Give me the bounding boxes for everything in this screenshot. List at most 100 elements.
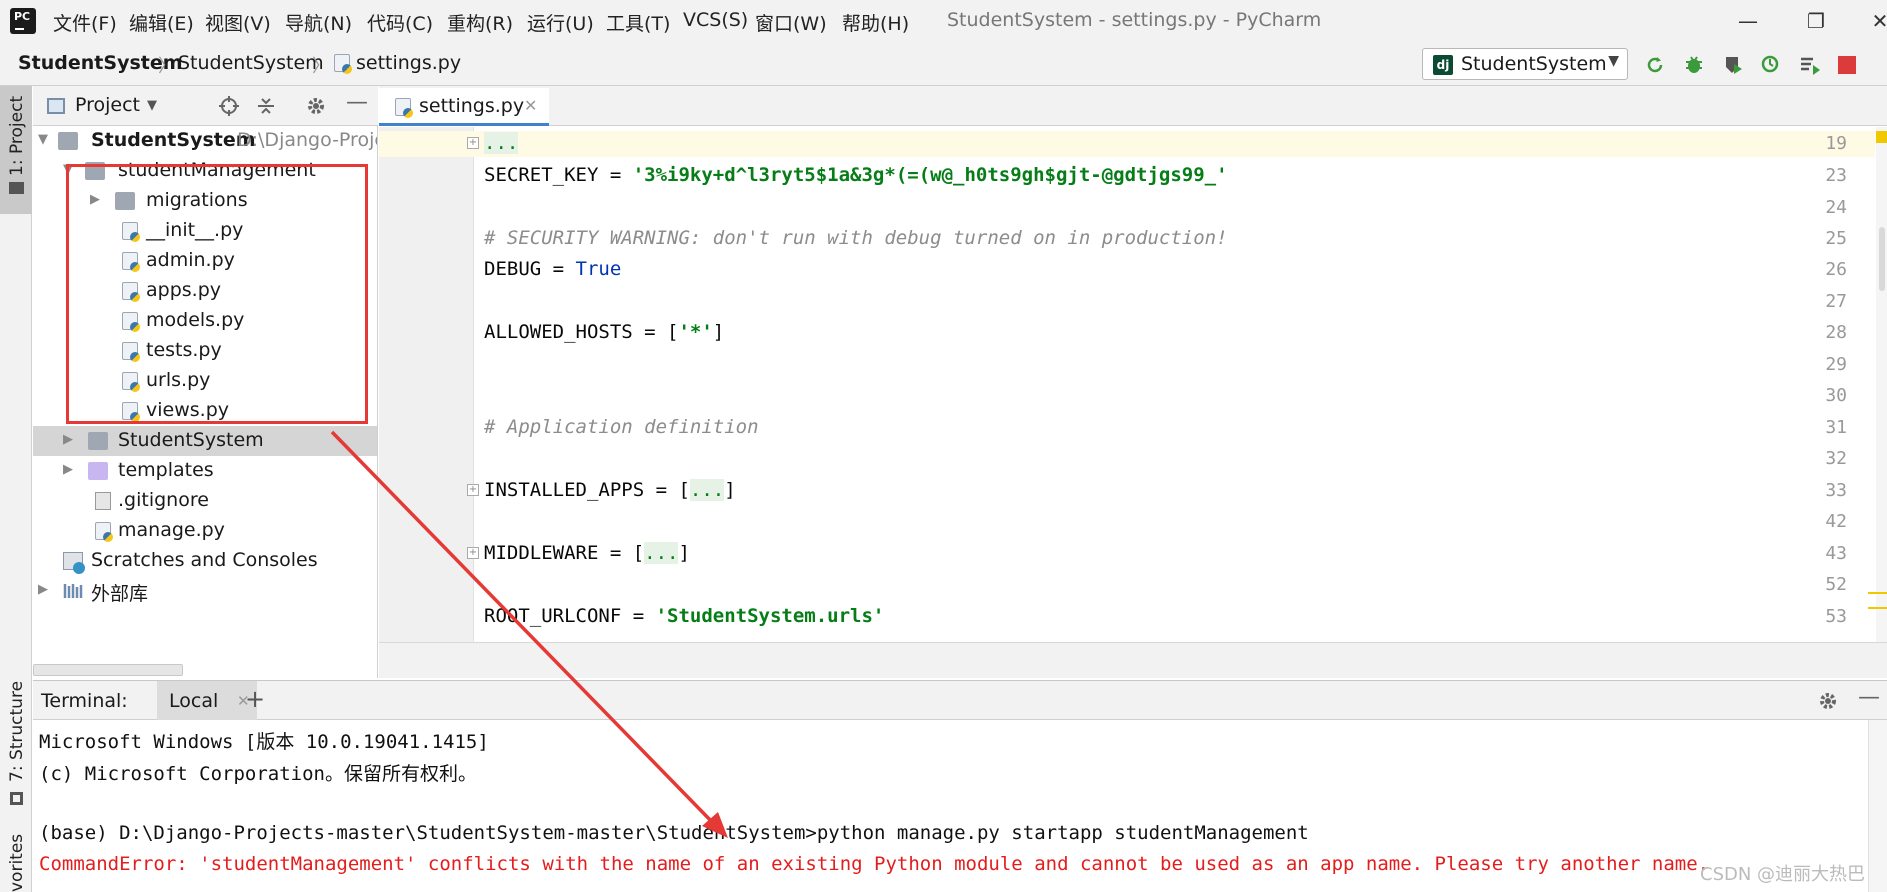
menu-tools[interactable]: 工具(T)	[606, 9, 670, 36]
terminal-header: Terminal: Local ✕ + —	[33, 680, 1887, 720]
terminal-error-line: CommandError: 'studentManagement' confli…	[39, 853, 1710, 875]
tree-item-label: 外部库	[91, 583, 149, 605]
expand-arrow-icon[interactable]: ▶	[38, 582, 48, 597]
code-line-25: # SECURITY WARNING: don't run with debug…	[484, 227, 1228, 249]
run-configuration-label: StudentSystem	[1461, 53, 1607, 75]
collapse-all-icon[interactable]	[255, 95, 277, 117]
tab-settings-py[interactable]: settings.py ✕	[379, 88, 549, 126]
coverage-icon[interactable]	[1722, 54, 1744, 76]
tree-item-scratches[interactable]: Scratches and Consoles	[33, 546, 377, 576]
warning-marker-icon	[1876, 131, 1887, 143]
terminal-command-line: (base) D:\Django-Projects-master\Student…	[39, 822, 1309, 844]
menu-file[interactable]: 文件(F)	[53, 9, 117, 36]
python-file-icon	[395, 98, 413, 118]
scroll-thumb[interactable]	[1879, 227, 1885, 291]
menu-refactor[interactable]: 重构(R)	[447, 9, 513, 36]
add-terminal-icon[interactable]: +	[245, 685, 265, 713]
window-title: StudentSystem - settings.py - PyCharm	[947, 9, 1322, 31]
chevron-down-icon: ▼	[1608, 53, 1619, 69]
gear-icon[interactable]	[305, 95, 327, 117]
horizontal-scrollbar[interactable]	[33, 664, 183, 676]
project-tool-tab[interactable]: 1: Project	[0, 86, 32, 214]
tree-item-templates[interactable]: ▶ templates	[33, 456, 377, 486]
stop-icon[interactable]	[1838, 56, 1856, 74]
menu-edit[interactable]: 编辑(E)	[129, 9, 194, 36]
chevron-down-icon[interactable]: ▼	[147, 98, 157, 113]
minimize-button[interactable]: —	[1728, 6, 1768, 36]
tree-item-external-libraries[interactable]: ▶ 外部库	[33, 576, 377, 606]
menu-run[interactable]: 运行(U)	[527, 9, 594, 36]
terminal-scrollbar[interactable]	[1868, 720, 1887, 892]
run-configuration-dropdown[interactable]: dj StudentSystem ▼	[1422, 48, 1628, 80]
terminal-line: (c) Microsoft Corporation。保留所有权利。	[39, 763, 477, 785]
hide-panel-icon[interactable]: —	[1858, 685, 1880, 710]
tree-item-label: Scratches and Consoles	[91, 549, 318, 571]
code-line-19: ...	[484, 132, 519, 154]
code-line-31: # Application definition	[484, 416, 759, 438]
code-line-28: ALLOWED_HOSTS = ['*']	[484, 321, 725, 343]
rerun-icon[interactable]	[1644, 54, 1666, 76]
navigation-bar: StudentSystem 〉 StudentSystem 〉 settings…	[0, 42, 1887, 86]
expand-arrow-icon[interactable]: ▼	[38, 132, 48, 147]
concurrency-icon[interactable]	[1799, 54, 1821, 76]
menu-vcs[interactable]: VCS(S)	[683, 9, 748, 31]
terminal-output[interactable]: Microsoft Windows [版本 10.0.19041.1415] (…	[33, 720, 1887, 892]
ignore-file-icon	[95, 492, 111, 510]
watermark: CSDN @迪丽大热巴	[1700, 864, 1866, 885]
annotation-highlight-box	[66, 164, 368, 424]
terminal-tab-local[interactable]: Local ✕	[157, 681, 257, 720]
close-tab-icon[interactable]: ✕	[524, 96, 537, 115]
editor-bottom-area	[379, 642, 1887, 678]
code-line-23: SECRET_KEY = '3%i9ky+d^l3ryt5$1a&3g*(=(w…	[484, 164, 1228, 186]
tree-item-gitignore[interactable]: .gitignore	[33, 486, 377, 516]
restore-button[interactable]: ❐	[1796, 6, 1836, 36]
code-line-26: DEBUG = True	[484, 258, 622, 280]
folder-icon	[58, 132, 78, 150]
expand-arrow-icon[interactable]: ▶	[63, 432, 73, 447]
tree-root[interactable]: ▼ StudentSystem D:\Django-Proje	[33, 126, 378, 156]
tree-item-label: manage.py	[118, 519, 225, 541]
menu-code[interactable]: 代码(C)	[367, 9, 433, 36]
terminal-line: Microsoft Windows [版本 10.0.19041.1415]	[39, 731, 489, 753]
tree-root-path: D:\Django-Proje	[237, 129, 378, 151]
code-lines: 19 23 24 25 26 27 28 29 30 31 32 33 42 4…	[379, 127, 1875, 642]
code-line-43: MIDDLEWARE = [...]	[484, 542, 690, 564]
menu-window[interactable]: 窗口(W)	[755, 9, 827, 36]
breadcrumb-separator-icon: 〉	[312, 56, 330, 77]
folder-icon	[9, 182, 24, 194]
django-icon: dj	[1433, 55, 1453, 75]
gear-icon[interactable]	[1817, 690, 1839, 712]
breadcrumb-file[interactable]: settings.py	[356, 52, 461, 74]
menu-navigate[interactable]: 导航(N)	[285, 9, 352, 36]
close-window-button[interactable]: ✕	[1860, 6, 1887, 36]
project-tool-label: 1: Project	[7, 95, 27, 176]
templates-folder-icon	[88, 462, 108, 480]
package-folder-icon	[88, 432, 108, 450]
terminal-title: Terminal:	[41, 690, 128, 712]
tree-item-manage-py[interactable]: manage.py	[33, 516, 377, 546]
structure-tool-label[interactable]: 7: Structure	[7, 681, 27, 782]
locate-icon[interactable]	[218, 95, 240, 117]
hide-panel-icon[interactable]: —	[346, 90, 368, 115]
breadcrumb-folder[interactable]: StudentSystem	[178, 52, 324, 74]
project-panel-header: Project ▼ —	[33, 86, 378, 126]
clock-icon	[73, 562, 85, 574]
menu-view[interactable]: 视图(V)	[205, 9, 271, 36]
python-file-icon	[334, 54, 352, 74]
tree-item-studentsystem[interactable]: ▶ StudentSystem	[33, 426, 377, 456]
favorites-tool-label[interactable]: vorites	[7, 834, 27, 892]
tree-item-label: .gitignore	[118, 489, 209, 511]
menu-help[interactable]: 帮助(H)	[842, 9, 909, 36]
project-view-icon	[47, 98, 65, 114]
tree-item-label: templates	[118, 459, 214, 481]
debug-icon[interactable]	[1683, 54, 1705, 76]
tab-label: settings.py	[419, 95, 525, 117]
library-icon	[63, 584, 83, 598]
project-panel-title[interactable]: Project	[75, 94, 140, 116]
expand-arrow-icon[interactable]: ▶	[63, 462, 73, 477]
python-file-icon	[95, 522, 113, 542]
pycharm-logo-icon: PC	[7, 5, 36, 34]
menu-bar: PC 文件(F) 编辑(E) 视图(V) 导航(N) 代码(C) 重构(R) 运…	[0, 0, 1887, 42]
profile-icon[interactable]	[1760, 54, 1782, 76]
editor-vertical-scrollbar[interactable]	[1868, 127, 1887, 642]
